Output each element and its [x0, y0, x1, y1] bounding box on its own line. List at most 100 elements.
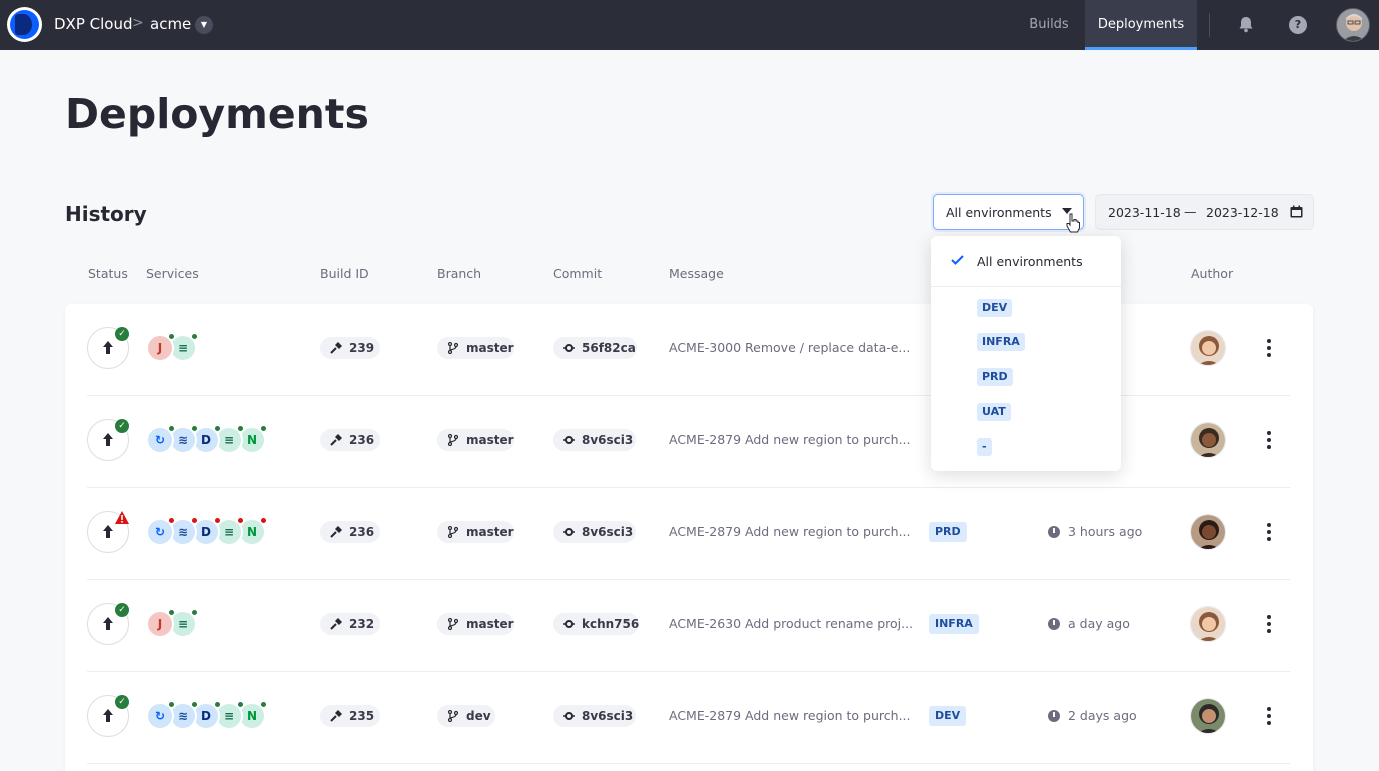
database-service-icon-glyph: ≋ — [177, 525, 189, 539]
liferay-service-icon[interactable]: ↻ — [146, 517, 175, 546]
row-actions-kebab-icon[interactable] — [1265, 615, 1273, 635]
menu-item-infra[interactable]: INFRA — [977, 333, 1025, 351]
git-branch-icon — [447, 618, 459, 630]
commit-message: ACME-2879 Add new region to purch... — [669, 708, 911, 723]
column-header-status: Status — [88, 266, 128, 281]
service-status-dot — [168, 517, 175, 524]
author-avatar[interactable] — [1190, 330, 1226, 366]
column-header-branch: Branch — [437, 266, 482, 281]
commit-text: 8v6sci3 — [582, 709, 634, 723]
jenkins-icon[interactable]: J — [146, 609, 175, 638]
author-avatar[interactable] — [1190, 422, 1226, 458]
menu-item-dev[interactable]: DEV — [977, 299, 1013, 317]
service-status-dot — [214, 517, 221, 524]
commit-text: 8v6sci3 — [582, 433, 634, 447]
search-service-icon-glyph: ≡ — [177, 341, 189, 355]
menu-item-none[interactable]: - — [977, 438, 992, 456]
service-status-dot — [214, 701, 221, 708]
liferay-service-icon-glyph: ↻ — [154, 433, 166, 447]
table-row[interactable]: ↻ ≋ D ≡ N 236 master 8v6sci3 ACME-2879 Add new r… — [65, 488, 1313, 580]
environment-tag: DEV — [929, 706, 967, 726]
liferay-service-icon[interactable]: ↻ — [146, 425, 175, 454]
service-status-dot — [168, 701, 175, 708]
clock-icon — [1048, 710, 1060, 722]
branch-pill[interactable]: master — [437, 429, 514, 451]
column-header-commit: Commit — [553, 266, 603, 281]
service-status-dot — [260, 701, 267, 708]
backup-service-icon-glyph: D — [201, 433, 211, 447]
build-id-text: 235 — [349, 709, 375, 723]
success-check-icon: ✓ — [115, 603, 129, 617]
menu-item-all-environments[interactable]: All environments — [977, 254, 1083, 269]
brand-name[interactable]: DXP Cloud — [54, 15, 133, 33]
backup-service-icon-glyph: D — [201, 709, 211, 723]
date-to: 2023-12-18 — [1206, 205, 1279, 220]
commit-icon — [563, 620, 575, 628]
table-row[interactable]: ✓ J ≡ 239 master 56f82ca ACME-3000 Remove / re… — [65, 304, 1313, 396]
jenkins-icon-glyph: J — [157, 341, 163, 355]
dxp-cloud-logo-icon[interactable] — [7, 7, 42, 42]
nav-tab-builds[interactable]: Builds — [1015, 0, 1083, 50]
build-id-pill[interactable]: 235 — [320, 705, 380, 727]
commit-icon — [563, 436, 575, 444]
branch-pill[interactable]: master — [437, 337, 514, 359]
commit-pill[interactable]: 56f82ca — [553, 337, 637, 359]
environment-filter-select[interactable]: All environments — [933, 194, 1084, 230]
author-avatar[interactable] — [1190, 514, 1226, 550]
author-avatar[interactable] — [1190, 606, 1226, 642]
environment-tag: PRD — [929, 522, 967, 542]
menu-item-prd[interactable]: PRD — [977, 368, 1013, 386]
branch-pill[interactable]: master — [437, 613, 514, 635]
commit-pill[interactable]: 8v6sci3 — [553, 521, 636, 543]
page-title: Deployments — [65, 90, 369, 138]
success-check-icon: ✓ — [115, 419, 129, 433]
deploy-time: 3 hours ago — [1068, 524, 1143, 539]
help-icon[interactable]: ? — [1289, 16, 1307, 34]
commit-text: 56f82ca — [582, 341, 636, 355]
error-warning-icon — [115, 511, 129, 524]
bell-icon[interactable] — [1238, 16, 1254, 33]
service-status-dot — [260, 425, 267, 432]
table-row[interactable]: ✓ J ≡ 232 master kchn756 ACME-2630 Add product… — [65, 580, 1313, 672]
project-name[interactable]: acme — [150, 15, 191, 33]
nav-tab-deployments[interactable]: Deployments — [1085, 0, 1197, 50]
hammer-icon — [330, 342, 342, 354]
row-actions-kebab-icon[interactable] — [1265, 431, 1273, 451]
jenkins-icon-glyph: J — [157, 617, 163, 631]
calendar-icon[interactable] — [1290, 205, 1303, 218]
build-id-pill[interactable]: 236 — [320, 429, 380, 451]
row-actions-kebab-icon[interactable] — [1265, 707, 1273, 727]
service-status-dot — [237, 701, 244, 708]
clock-icon — [1048, 618, 1060, 630]
build-id-pill[interactable]: 239 — [320, 337, 380, 359]
commit-pill[interactable]: kchn756 — [553, 613, 639, 635]
liferay-service-icon[interactable]: ↻ — [146, 701, 175, 730]
row-actions-kebab-icon[interactable] — [1265, 523, 1273, 543]
jenkins-icon[interactable]: J — [146, 333, 175, 362]
row-actions-kebab-icon[interactable] — [1265, 339, 1273, 359]
table-row[interactable]: ✓ ↻ ≋ D ≡ N 236 master 8v6sci3 ACME-2879 Add new … — [65, 396, 1313, 488]
branch-pill[interactable]: dev — [437, 705, 495, 727]
project-switcher-chevron-icon[interactable]: ▼ — [195, 16, 213, 34]
date-range-picker[interactable]: 2023-11-18 — 2023-12-18 — [1095, 194, 1314, 230]
commit-pill[interactable]: 8v6sci3 — [553, 429, 636, 451]
branch-text: master — [466, 341, 514, 355]
commit-message: ACME-2879 Add new region to purch... — [669, 432, 911, 447]
service-status-dot — [168, 425, 175, 432]
branch-pill[interactable]: master — [437, 521, 514, 543]
branch-text: dev — [466, 709, 491, 723]
author-avatar[interactable] — [1190, 698, 1226, 734]
nginx-service-icon-glyph: N — [246, 433, 258, 447]
commit-text: kchn756 — [582, 617, 640, 631]
success-check-icon: ✓ — [115, 327, 129, 341]
build-id-pill[interactable]: 236 — [320, 521, 380, 543]
user-avatar[interactable] — [1336, 8, 1370, 42]
menu-item-uat[interactable]: UAT — [977, 403, 1011, 421]
clock-icon — [1048, 526, 1060, 538]
commit-icon — [563, 712, 575, 720]
service-status-dot — [214, 425, 221, 432]
table-row[interactable]: ✓ ↻ ≋ D ≡ N 235 dev 8v6sci3 ACME-2879 Add new reg… — [65, 672, 1313, 764]
environment-tag: INFRA — [929, 614, 979, 634]
build-id-pill[interactable]: 232 — [320, 613, 380, 635]
commit-pill[interactable]: 8v6sci3 — [553, 705, 636, 727]
